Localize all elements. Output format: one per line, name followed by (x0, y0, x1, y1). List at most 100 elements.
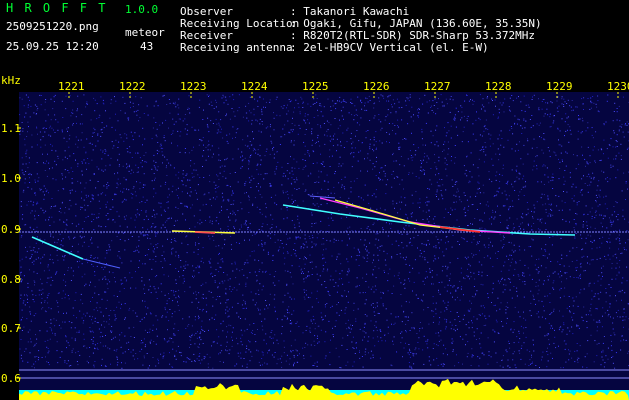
noise-dot (68, 344, 70, 346)
noise-dot (50, 143, 52, 145)
noise-dot (480, 305, 482, 307)
noise-dot (349, 212, 351, 214)
noise-dot (246, 117, 248, 119)
noise-dot (31, 290, 33, 292)
noise-dot (554, 271, 556, 273)
noise-dot (245, 286, 247, 287)
noise-dot (241, 226, 242, 228)
noise-dot (97, 194, 99, 196)
noise-dot (600, 214, 602, 216)
noise-dot (64, 274, 65, 276)
noise-dot (272, 255, 274, 257)
noise-dot (163, 94, 165, 96)
noise-dot (513, 274, 515, 276)
noise-dot (280, 106, 282, 108)
noise-dot (404, 283, 406, 284)
noise-dot (52, 236, 54, 238)
noise-dot (575, 233, 577, 234)
noise-dot (624, 319, 626, 321)
noise-dot (238, 355, 240, 357)
noise-dot (100, 331, 102, 333)
noise-dot (556, 205, 558, 207)
noise-dot (569, 209, 571, 211)
noise-dot (469, 278, 470, 280)
noise-dot (151, 230, 153, 232)
noise-dot (128, 166, 130, 168)
noise-dot (506, 219, 508, 221)
noise-dot (314, 182, 316, 183)
noise-dot (118, 141, 120, 143)
noise-dot (597, 100, 599, 102)
noise-dot (455, 201, 457, 203)
noise-dot (531, 361, 533, 363)
noise-dot (468, 182, 470, 184)
noise-dot (80, 209, 81, 210)
noise-dot (291, 265, 293, 267)
noise-dot (623, 172, 625, 174)
noise-dot (232, 190, 233, 192)
noise-dot (39, 131, 41, 133)
noise-dot (260, 173, 262, 175)
noise-dot (272, 149, 274, 151)
noise-dot (50, 235, 52, 237)
noise-dot (344, 188, 346, 190)
noise-dot (175, 297, 177, 299)
noise-dot (93, 257, 95, 259)
noise-dot (103, 127, 105, 129)
noise-dot (462, 318, 464, 320)
noise-dot (467, 209, 469, 211)
noise-dot (404, 316, 406, 318)
noise-dot (536, 147, 538, 149)
noise-dot (421, 163, 422, 164)
noise-dot (462, 338, 464, 340)
noise-dot (256, 164, 258, 166)
noise-dot (602, 307, 604, 309)
noise-dot (444, 162, 446, 164)
noise-dot (496, 361, 498, 363)
noise-dot (308, 235, 310, 237)
noise-dot (281, 184, 283, 186)
noise-dot (420, 166, 422, 168)
noise-dot (449, 262, 451, 264)
noise-dot (532, 96, 533, 98)
noise-dot (360, 99, 362, 101)
noise-dot (289, 296, 291, 298)
noise-dot (412, 202, 414, 204)
noise-dot (615, 238, 617, 240)
noise-dot (482, 184, 484, 186)
noise-dot (147, 332, 149, 333)
noise-dot (273, 112, 274, 114)
noise-dot (100, 232, 102, 234)
noise-dot (110, 363, 111, 365)
noise-dot (364, 314, 366, 315)
noise-dot (143, 219, 145, 221)
noise-dot (276, 339, 278, 341)
noise-dot (495, 175, 497, 177)
noise-dot (569, 126, 571, 128)
noise-dot (348, 268, 350, 270)
noise-dot (365, 97, 367, 99)
noise-dot (61, 297, 63, 299)
noise-dot (261, 325, 263, 327)
noise-dot (314, 103, 316, 104)
noise-dot (409, 365, 411, 367)
noise-dot (473, 254, 475, 256)
noise-dot (219, 352, 221, 354)
noise-dot (65, 335, 67, 337)
noise-dot (591, 241, 593, 243)
noise-dot (27, 361, 29, 363)
noise-dot (286, 170, 288, 172)
noise-dot (314, 328, 316, 330)
noise-dot (582, 248, 584, 250)
noise-dot (436, 189, 438, 191)
noise-dot (55, 272, 57, 274)
noise-dot (28, 162, 30, 164)
noise-dot (495, 105, 496, 107)
noise-dot (558, 209, 560, 211)
noise-dot (98, 216, 100, 218)
noise-dot (366, 98, 368, 99)
noise-dot (199, 99, 201, 101)
noise-dot (440, 94, 442, 96)
noise-dot (624, 249, 626, 250)
noise-dot (445, 248, 447, 250)
